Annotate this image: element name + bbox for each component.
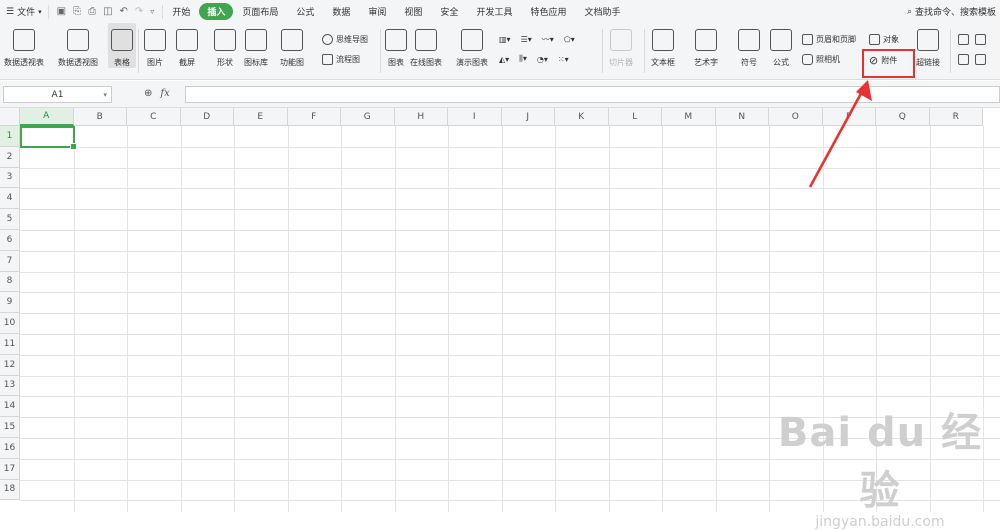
watermark-logo-text: Bai du 经验 [777, 410, 983, 514]
watermark-url: jingyan.baidu.com [815, 514, 945, 530]
baidu-watermark: Bai du 经验 jingyan.baidu.com [760, 400, 1000, 530]
